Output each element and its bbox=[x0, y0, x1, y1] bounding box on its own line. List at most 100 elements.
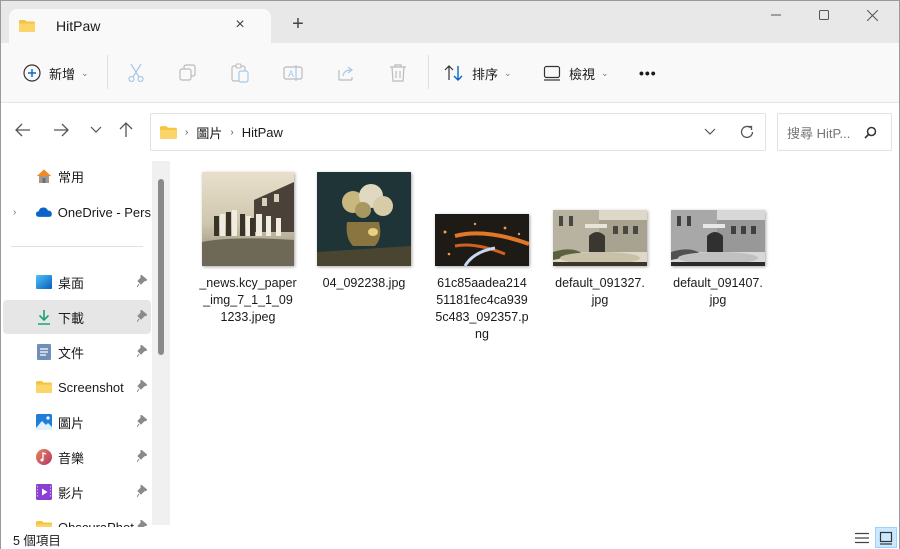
file-item[interactable]: 04_092238.jpg bbox=[309, 172, 419, 292]
pin-icon[interactable] bbox=[137, 380, 147, 392]
more-options-button[interactable]: ••• bbox=[639, 43, 657, 103]
large-icons-view-button[interactable] bbox=[875, 527, 897, 548]
sidebar-item-obscuraphot[interactable]: ObscuraPhot bbox=[3, 510, 151, 527]
details-view-icon bbox=[855, 532, 869, 543]
pin-icon[interactable] bbox=[137, 450, 147, 462]
file-item[interactable]: _news.kcy_paper _img_7_1_1_09 1233.jpeg bbox=[193, 172, 303, 326]
sidebar-item-label: ObscuraPhot bbox=[58, 519, 134, 528]
command-bar: 新增 ⌄ A 排序 ⌄ 檢視 ⌄ ••• bbox=[1, 43, 899, 103]
svg-text:A: A bbox=[288, 69, 294, 79]
file-name[interactable]: default_091327. jpg bbox=[545, 275, 655, 309]
pin-icon[interactable] bbox=[137, 345, 147, 357]
tab-hitpaw[interactable]: HitPaw × bbox=[9, 9, 271, 43]
new-tab-button[interactable]: + bbox=[289, 14, 307, 34]
sidebar-scrollbar-thumb[interactable] bbox=[158, 179, 164, 355]
folder-icon bbox=[19, 20, 35, 32]
folder-icon bbox=[160, 125, 177, 139]
file-name[interactable]: default_091407. jpg bbox=[663, 275, 773, 309]
chevron-down-icon: ⌄ bbox=[504, 67, 512, 78]
maximize-button[interactable] bbox=[801, 3, 847, 27]
desktop-icon bbox=[36, 275, 52, 289]
recent-locations-button[interactable] bbox=[84, 119, 108, 141]
breadcrumb-separator-icon: › bbox=[185, 126, 189, 138]
file-thumbnail bbox=[317, 172, 411, 266]
documents-icon bbox=[37, 344, 51, 360]
cut-button[interactable] bbox=[127, 43, 145, 103]
status-bar: 5 個項目 bbox=[1, 527, 899, 549]
sidebar-item-label: Screenshot bbox=[58, 379, 124, 395]
search-input[interactable]: 搜尋 HitP... bbox=[777, 113, 892, 151]
up-button[interactable] bbox=[114, 119, 138, 141]
home-icon bbox=[37, 169, 51, 183]
file-name[interactable]: 61c85aadea214 51181fec4ca939 5c483_092357.… bbox=[427, 275, 537, 343]
breadcrumb-pictures[interactable]: 圖片 bbox=[196, 123, 222, 142]
file-name-line: _news.kcy_paper bbox=[199, 276, 297, 290]
breadcrumb-hitpaw[interactable]: HitPaw bbox=[242, 125, 283, 140]
paste-button[interactable] bbox=[231, 43, 249, 103]
view-label: 檢視 bbox=[569, 66, 596, 82]
sidebar-item-label: 圖片 bbox=[58, 415, 85, 431]
file-item[interactable]: default_091407. jpg bbox=[663, 210, 773, 309]
sort-button[interactable]: 排序 ⌄ bbox=[444, 43, 512, 103]
file-name[interactable]: 04_092238.jpg bbox=[309, 275, 419, 292]
sidebar-item-downloads[interactable]: 下載 bbox=[3, 300, 151, 334]
file-name[interactable]: _news.kcy_paper _img_7_1_1_09 1233.jpeg bbox=[193, 275, 303, 326]
sidebar-item-pictures[interactable]: 圖片 bbox=[3, 405, 151, 439]
file-name-line: ng bbox=[475, 327, 489, 341]
videos-icon bbox=[36, 484, 52, 500]
sidebar-item-documents[interactable]: 文件 bbox=[3, 335, 151, 369]
chevron-down-icon: ⌄ bbox=[601, 67, 609, 78]
breadcrumb-separator-icon: › bbox=[230, 126, 234, 138]
file-name-line: jpg bbox=[709, 293, 727, 307]
sidebar-item-label: 影片 bbox=[58, 485, 85, 501]
new-button[interactable]: 新增 ⌄ bbox=[23, 43, 89, 103]
navigation-pane: 常用 › OneDrive - Pers 桌面 下載 文件 Screenshot… bbox=[1, 157, 169, 527]
view-button[interactable]: 檢視 ⌄ bbox=[543, 43, 609, 103]
minimize-button[interactable] bbox=[753, 3, 799, 27]
file-name-line: 61c85aadea214 bbox=[437, 276, 527, 290]
pin-icon[interactable] bbox=[137, 275, 147, 287]
back-button[interactable] bbox=[11, 119, 35, 141]
rename-button[interactable]: A bbox=[283, 43, 303, 103]
file-item[interactable]: 61c85aadea214 51181fec4ca939 5c483_092357.… bbox=[427, 214, 537, 343]
copy-button[interactable] bbox=[179, 43, 197, 103]
address-bar[interactable]: › 圖片 › HitPaw bbox=[150, 113, 766, 151]
sidebar-item-screenshot[interactable]: Screenshot bbox=[3, 370, 151, 404]
address-dropdown-icon[interactable] bbox=[704, 128, 716, 136]
close-icon bbox=[866, 9, 878, 21]
share-icon bbox=[338, 66, 353, 81]
copy-icon bbox=[179, 64, 196, 81]
folder-icon bbox=[36, 381, 52, 393]
arrow-left-icon bbox=[15, 123, 30, 137]
sidebar-item-music[interactable]: 音樂 bbox=[3, 440, 151, 474]
onedrive-icon bbox=[36, 207, 52, 217]
close-tab-icon[interactable]: × bbox=[231, 16, 249, 34]
share-button[interactable] bbox=[336, 43, 356, 103]
sidebar-item-label: 文件 bbox=[58, 345, 85, 361]
file-name-line: 04_092238.jpg bbox=[322, 276, 406, 290]
sidebar-item-label: 下載 bbox=[58, 310, 85, 326]
sidebar-item-desktop[interactable]: 桌面 bbox=[3, 265, 151, 299]
close-window-button[interactable] bbox=[849, 3, 895, 27]
file-item[interactable]: default_091327. jpg bbox=[545, 210, 655, 309]
file-name-line: 5c483_092357.p bbox=[435, 310, 529, 324]
rename-icon: A bbox=[283, 65, 303, 81]
large-icons-view-icon bbox=[879, 531, 893, 545]
pin-icon[interactable] bbox=[137, 520, 147, 527]
download-icon bbox=[38, 310, 50, 325]
delete-button[interactable] bbox=[389, 43, 407, 103]
file-thumbnail bbox=[553, 210, 647, 266]
details-view-button[interactable] bbox=[851, 527, 873, 548]
sidebar-item-onedrive[interactable]: OneDrive - Pers bbox=[3, 195, 151, 229]
divider bbox=[107, 55, 108, 89]
pin-icon[interactable] bbox=[137, 485, 147, 497]
file-name-line: 1233.jpeg bbox=[220, 310, 276, 324]
refresh-icon[interactable] bbox=[739, 124, 755, 140]
file-thumbnail bbox=[202, 172, 294, 266]
forward-button[interactable] bbox=[49, 119, 73, 141]
pin-icon[interactable] bbox=[137, 415, 147, 427]
sidebar-item-videos[interactable]: 影片 bbox=[3, 475, 151, 509]
sidebar-item-home[interactable]: 常用 bbox=[3, 159, 151, 193]
pin-icon[interactable] bbox=[137, 310, 147, 322]
plus-circle-icon bbox=[23, 64, 41, 82]
